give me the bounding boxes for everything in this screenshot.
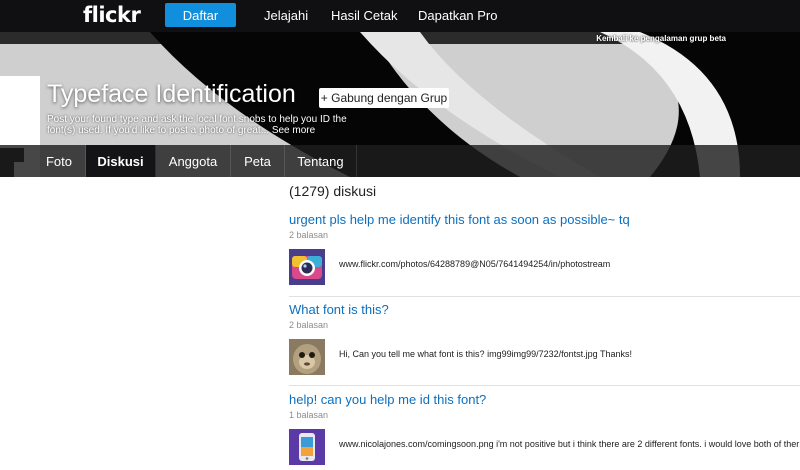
topic-title-link[interactable]: help! can you help me id this font? [289, 392, 800, 407]
discussion-topic: What font is this? 2 balasan Hi, Can you… [289, 302, 800, 377]
see-more-link[interactable]: See more [272, 125, 315, 136]
reply-count: 2 balasan [289, 320, 329, 330]
topic-snippet: Hi, Can you tell me what font is this? i… [339, 349, 632, 359]
topic-preview: www.flickr.com/photos/64288789@N05/76414… [289, 249, 800, 287]
back-to-beta-link[interactable]: Kembali ke pengalaman grup beta [596, 34, 726, 43]
top-nav: flickr Daftar Jelajahi Hasil Cetak Dapat… [0, 0, 800, 32]
nav-explore-link[interactable]: Jelajahi [264, 8, 308, 23]
tab-photos[interactable]: Foto [33, 145, 86, 177]
topic-divider [289, 296, 800, 297]
phone-app-icon[interactable] [289, 429, 325, 465]
topic-divider [289, 385, 800, 386]
group-tabs: Foto Diskusi Anggota Peta Tentang [0, 145, 800, 177]
topic-title-link[interactable]: What font is this? [289, 302, 800, 317]
group-description: Post your found type and ask the local f… [47, 114, 367, 136]
topic-title-link[interactable]: urgent pls help me identify this font as… [289, 212, 800, 227]
group-title: Typeface Identification [47, 80, 296, 108]
nav-pro-link[interactable]: Dapatkan Pro [418, 8, 498, 23]
tab-about[interactable]: Tentang [285, 145, 357, 177]
topic-preview: www.nicolajones.com/comingsoon.png i'm n… [289, 429, 800, 467]
flickr-logo[interactable]: flickr [83, 3, 141, 27]
reply-count: 2 balasan [289, 230, 329, 240]
discussion-count: (1279) diskusi [289, 183, 377, 199]
discussion-topic: help! can you help me id this font? 1 ba… [289, 392, 800, 467]
discussion-topic: urgent pls help me identify this font as… [289, 212, 800, 287]
tab-map[interactable]: Peta [231, 145, 285, 177]
topic-snippet: www.nicolajones.com/comingsoon.png i'm n… [339, 439, 800, 449]
nav-prints-link[interactable]: Hasil Cetak [331, 8, 397, 23]
signup-button[interactable]: Daftar [165, 3, 236, 27]
join-group-button[interactable]: + Gabung dengan Grup [319, 88, 449, 108]
tab-discussions[interactable]: Diskusi [86, 145, 156, 177]
tab-members[interactable]: Anggota [156, 145, 231, 177]
topic-snippet: www.flickr.com/photos/64288789@N05/76414… [339, 259, 611, 269]
monkey-avatar[interactable] [289, 339, 325, 375]
reply-count: 1 balasan [289, 410, 329, 420]
camera-app-icon[interactable] [289, 249, 325, 285]
topic-preview: Hi, Can you tell me what font is this? i… [289, 339, 800, 377]
